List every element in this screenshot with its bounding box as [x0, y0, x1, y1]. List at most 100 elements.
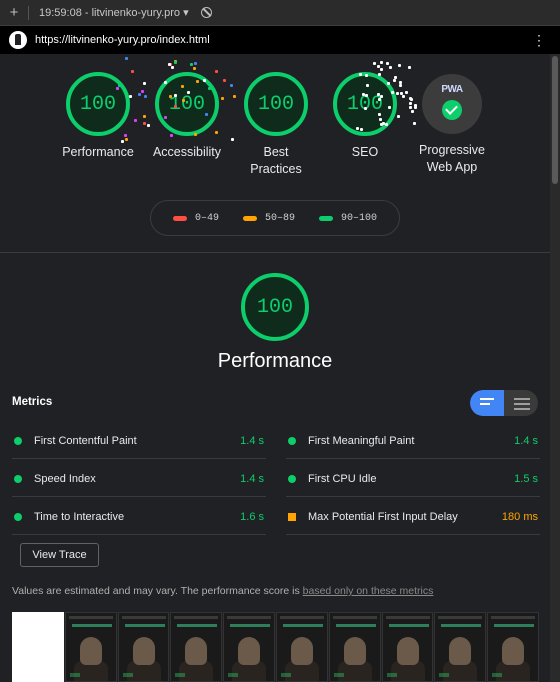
confetti-piece	[169, 133, 173, 137]
frame-thumbnail-part	[449, 637, 472, 665]
frame-thumbnail-part	[185, 637, 208, 665]
frame-thumbnail-part	[492, 673, 503, 677]
confetti-piece	[115, 87, 119, 91]
confetti-piece	[407, 65, 411, 69]
more-menu-icon[interactable]: ⋮	[532, 32, 546, 49]
block-icon[interactable]	[200, 7, 212, 18]
metric-divider	[286, 534, 540, 535]
gauge-pwa[interactable]: PWA Progressive Web App	[407, 72, 497, 176]
lighthouse-logo-icon	[9, 31, 27, 49]
performance-score-gauge: 100	[241, 273, 309, 341]
pass-icon	[14, 437, 22, 445]
confetti-piece	[388, 105, 392, 109]
scrollbar-thumb[interactable]	[552, 56, 558, 184]
frame-thumbnail-part	[177, 624, 218, 627]
frame-thumbnail-part	[386, 673, 397, 677]
metric-divider	[286, 458, 540, 459]
metric-name: Time to Interactive	[34, 511, 125, 523]
gauge-performance[interactable]: 100 Performance	[53, 72, 143, 161]
filmstrip	[12, 612, 540, 682]
gauge-accessibility[interactable]: 100 Accessibility	[142, 72, 232, 161]
frame-thumbnail-part	[333, 673, 344, 677]
confetti-piece	[376, 65, 380, 69]
confetti-piece	[142, 81, 146, 85]
compact-view-button[interactable]	[470, 390, 504, 416]
frame-thumbnail-part	[280, 673, 291, 677]
confetti-piece	[379, 94, 383, 98]
metrics-view-toggle[interactable]	[470, 390, 538, 416]
metric-divider	[12, 534, 266, 535]
frame-thumbnail-part	[79, 637, 102, 665]
frame-thumbnail-part	[279, 616, 324, 619]
frame-thumbnail-part	[438, 616, 483, 619]
toolbar-divider	[28, 5, 29, 20]
confetti-piece	[207, 86, 211, 90]
frame-thumbnail-part	[121, 616, 166, 619]
devtools-toolbar: + 19:59:08 - litvinenko-yury.pro ▾	[0, 0, 560, 26]
confetti-piece	[413, 122, 417, 126]
frame-thumbnail-part	[441, 624, 482, 627]
frame-thumbnail-part	[388, 624, 429, 627]
view-trace-button[interactable]: View Trace	[20, 543, 99, 567]
metric-name: Max Potential First Input Delay	[308, 511, 458, 523]
confetti-piece	[124, 138, 128, 142]
report-selector[interactable]: 19:59:08 - litvinenko-yury.pro ▾	[39, 6, 189, 19]
confetti-piece	[379, 60, 383, 64]
confetti-piece	[182, 98, 186, 102]
confetti-piece	[373, 62, 377, 66]
expanded-view-button[interactable]	[504, 390, 538, 416]
category-gauges: 100 Performance 100 Accessibility 100 Be…	[0, 72, 550, 192]
frame-thumbnail-part	[71, 624, 112, 627]
filmstrip-frame	[64, 612, 117, 682]
confetti-piece	[144, 94, 148, 98]
metric-divider	[12, 458, 266, 459]
confetti-piece	[364, 93, 368, 97]
confetti-piece	[395, 92, 399, 96]
metric-first-meaningful-paint: First Meaningful Paint 1.4 s	[288, 431, 538, 451]
metric-divider	[286, 496, 540, 497]
confetti-piece	[133, 118, 137, 122]
legend-swatch-pass	[318, 215, 333, 221]
confetti-piece	[222, 78, 226, 82]
confetti-piece	[359, 73, 363, 77]
gauge-label: Performance	[62, 145, 134, 159]
confetti-piece	[409, 98, 413, 102]
frame-thumbnail-part	[122, 673, 133, 677]
legend-swatch-average	[242, 215, 257, 221]
confetti-piece	[365, 74, 369, 77]
pwa-badge: PWA	[422, 74, 482, 134]
confetti-piece	[399, 83, 403, 87]
confetti-piece	[385, 62, 389, 66]
confetti-piece	[193, 61, 197, 65]
confetti-piece	[391, 90, 395, 94]
metric-value: 180 ms	[501, 511, 538, 523]
confetti-piece	[393, 78, 397, 82]
frame-thumbnail-part	[228, 673, 239, 677]
metric-name: Speed Index	[34, 473, 96, 485]
frame-thumbnail-part	[290, 637, 313, 665]
gauge-label: Accessibility	[152, 145, 222, 159]
frame-thumbnail-part	[69, 673, 80, 677]
frame-thumbnail-part	[343, 637, 366, 665]
frame-thumbnail-part	[332, 616, 377, 619]
confetti-piece	[398, 63, 402, 67]
legend-range: 0–49	[194, 212, 219, 224]
frame-thumbnail-part	[227, 616, 272, 619]
metric-name: First Contentful Paint	[34, 435, 137, 447]
metric-name: First Meaningful Paint	[308, 435, 415, 447]
metric-value: 1.4 s	[240, 473, 264, 485]
frame-thumbnail-part	[238, 637, 261, 665]
legend-item-fail: 0–49	[172, 212, 219, 224]
legend-range: 90–100	[340, 212, 377, 224]
pass-icon	[288, 437, 296, 445]
average-icon	[288, 513, 296, 521]
confetti-piece	[359, 128, 363, 132]
gauge-best-practices[interactable]: 100 Best Practices	[231, 72, 321, 178]
plus-icon[interactable]: +	[0, 4, 28, 21]
confetti-piece	[121, 139, 124, 143]
metrics-link[interactable]: based only on these metrics	[303, 585, 434, 597]
scrollbar[interactable]	[550, 54, 560, 682]
confetti-piece	[204, 112, 208, 116]
filmstrip-frame	[381, 612, 434, 682]
confetti-piece	[389, 65, 393, 69]
